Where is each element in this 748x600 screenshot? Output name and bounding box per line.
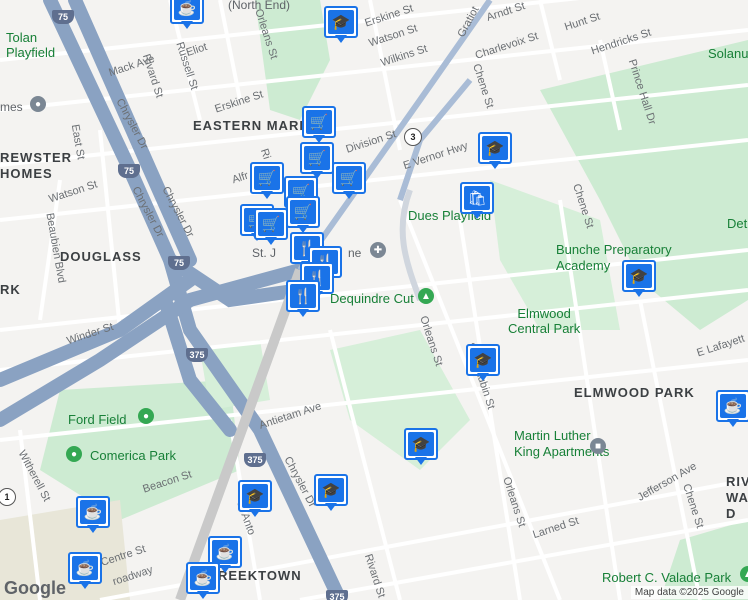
- bag-icon: 🛍: [464, 186, 490, 210]
- detroit-label: Det: [727, 216, 748, 231]
- marker-cafe[interactable]: ☕: [186, 562, 220, 600]
- marker-cafe[interactable]: ☕: [76, 496, 110, 534]
- marker-school[interactable]: 🎓: [404, 428, 438, 466]
- brewster-homes-label: REWSTER HOMES: [0, 150, 72, 181]
- marker-school[interactable]: 🎓: [238, 480, 272, 518]
- ballpark-icon: ●: [66, 446, 82, 462]
- marker-grocery[interactable]: 🛒: [286, 196, 320, 234]
- google-logo: Google: [4, 578, 66, 598]
- marker-grocery[interactable]: 🛒: [300, 142, 334, 180]
- coffee-icon: ☕: [212, 540, 238, 564]
- cart-icon: 🛒: [306, 110, 332, 134]
- marker-school[interactable]: 🎓: [314, 474, 348, 512]
- coffee-icon: ☕: [72, 556, 98, 580]
- cart-icon: 🛒: [258, 212, 284, 236]
- st-j-label: St. J: [252, 246, 277, 260]
- school-icon: 🎓: [408, 432, 434, 456]
- marker-cafe[interactable]: ☕: [68, 552, 102, 590]
- i375-shield-b: 375: [244, 453, 266, 467]
- marker-grocery[interactable]: 🛒: [250, 162, 284, 200]
- marker-school[interactable]: 🎓: [466, 344, 500, 382]
- cart-icon: 🛒: [336, 166, 362, 190]
- valade-park-label: Robert C. Valade Park: [602, 570, 732, 585]
- cart-icon: 🛒: [254, 166, 280, 190]
- cart-icon: 🛒: [304, 146, 330, 170]
- i75-shield-mid: 75: [118, 164, 140, 178]
- tolan-playfield-label: Tolan Playfield: [6, 30, 56, 60]
- marker-grocery[interactable]: 🛒: [302, 106, 336, 144]
- elmwood-central-park-label: Elmwood Central Park: [508, 306, 581, 336]
- marker-restaurant[interactable]: 🍴: [286, 280, 320, 318]
- marker-grocery[interactable]: 🛒: [332, 162, 366, 200]
- marker-school[interactable]: 🎓: [622, 260, 656, 298]
- coffee-icon: ☕: [190, 566, 216, 590]
- riverfront-label: RIVE WA D: [726, 474, 748, 521]
- comerica-park-label: Comerica Park: [90, 448, 176, 463]
- cart-icon: 🛒: [290, 200, 316, 224]
- map-attribution: Map data ©2025 Google: [630, 586, 748, 599]
- school-icon: 🎓: [318, 478, 344, 502]
- elmwood-park-label: ELMWOOD PARK: [574, 385, 695, 400]
- marker-shopping[interactable]: 🛍: [460, 182, 494, 220]
- i75-shield-low: 75: [168, 256, 190, 270]
- rk-label: RK: [0, 282, 21, 297]
- school-icon: 🎓: [482, 136, 508, 160]
- utensils-icon: 🍴: [290, 284, 316, 308]
- solanus-label: Solanu: [708, 46, 748, 61]
- coffee-icon: ☕: [174, 0, 200, 20]
- apartment-icon: ■: [590, 438, 606, 454]
- stadium-icon: ●: [138, 408, 154, 424]
- i375-shield-a: 375: [186, 348, 208, 362]
- marker-school[interactable]: 🎓: [478, 132, 512, 170]
- marker-cafe[interactable]: ☕: [716, 390, 748, 428]
- school-icon: 🎓: [626, 264, 652, 288]
- i375-shield-c: 375: [326, 590, 348, 600]
- church-icon: ✚: [370, 242, 386, 258]
- park-icon: ▲: [418, 288, 434, 304]
- i75-shield-top: 75: [52, 10, 74, 24]
- map-canvas[interactable]: (North End) Tolan Playfield mes REWSTER …: [0, 0, 748, 600]
- school-icon: 🎓: [328, 10, 354, 34]
- homes-label: mes: [0, 100, 23, 114]
- marker-school[interactable]: 🎓: [324, 6, 358, 44]
- marker-grocery[interactable]: 🛒: [254, 208, 288, 246]
- coffee-icon: ☕: [80, 500, 106, 524]
- dequindre-cut-label: Dequindre Cut: [330, 291, 414, 306]
- school-icon: 🎓: [242, 484, 268, 508]
- ford-field-label: Ford Field: [68, 412, 127, 427]
- ne-label: ne: [348, 246, 362, 260]
- marker-cafe[interactable]: ☕: [170, 0, 204, 30]
- school-icon: 🎓: [470, 348, 496, 372]
- douglass-label: DOUGLASS: [60, 249, 142, 264]
- m3-shield: 3: [404, 128, 422, 146]
- eastern-market-label: EASTERN MARK: [193, 118, 310, 133]
- coffee-icon: ☕: [720, 394, 746, 418]
- museum-icon: ●: [30, 96, 46, 112]
